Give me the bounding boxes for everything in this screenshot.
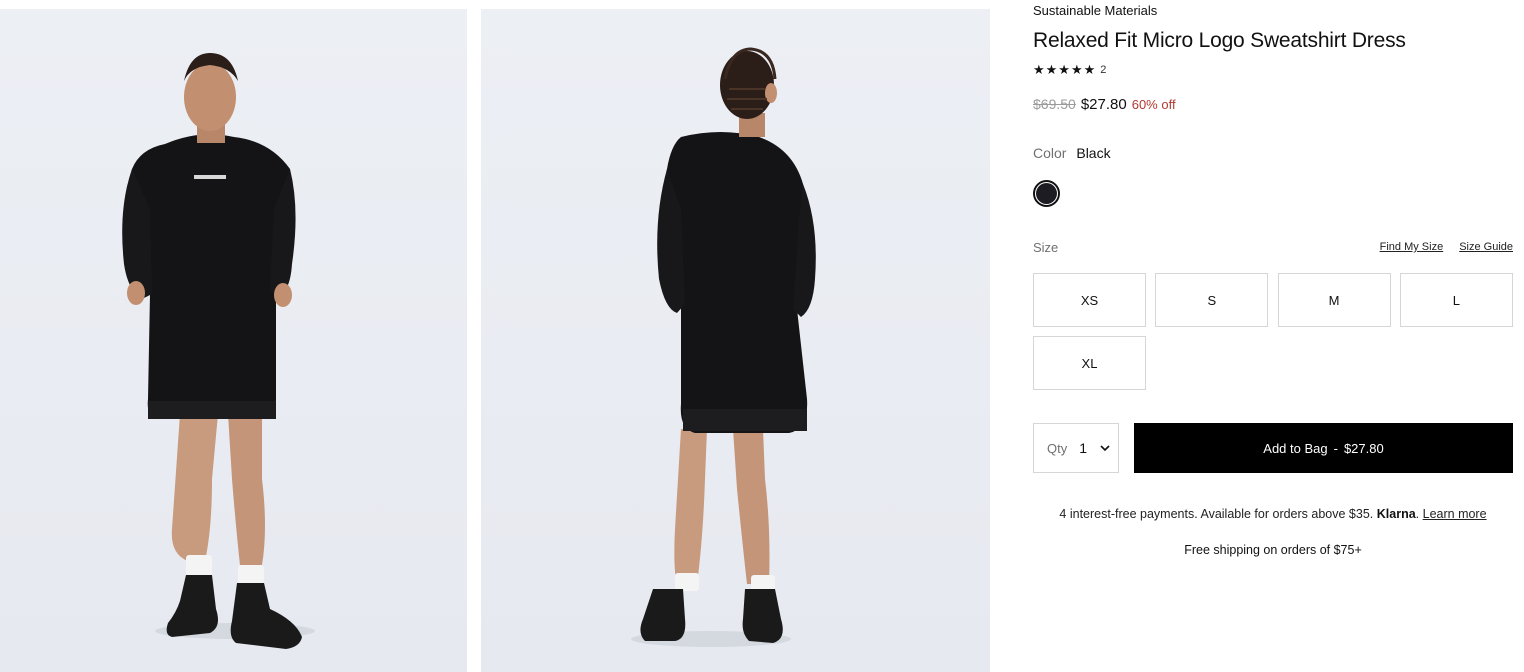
klarna-brand: Klarna [1376, 507, 1416, 521]
model-back-illustration [631, 47, 816, 647]
sale-price: $27.80 [1080, 96, 1127, 113]
add-to-bag-separator: - [1333, 440, 1338, 456]
size-option-l[interactable]: L [1399, 273, 1513, 327]
size-help-links: Find My Size Size Guide [1380, 241, 1513, 253]
add-to-bag-price: $27.80 [1343, 440, 1384, 456]
sustainability-tag: Sustainable Materials [1033, 3, 1158, 18]
color-label: Color [1033, 145, 1067, 161]
find-my-size-link[interactable]: Find My Size [1380, 241, 1444, 253]
quantity-label: Qty [1047, 440, 1068, 456]
klarna-message: 4 interest-free payments. Available for … [1033, 507, 1513, 521]
product-page: Sustainable Materials Relaxed Fit Micro … [0, 0, 1524, 672]
size-option-xs[interactable]: XS [1033, 273, 1146, 327]
product-rating[interactable]: ★★★★★ 2 [1033, 62, 1106, 78]
color-selection-row: Color Black [1033, 145, 1111, 161]
color-swatch-black[interactable] [1033, 180, 1060, 207]
price-row: $69.50 $27.80 60% off [1033, 96, 1176, 113]
model-front-illustration [122, 53, 315, 649]
klarna-learn-more-link[interactable]: Learn more [1423, 507, 1487, 521]
rating-stars-icon: ★★★★★ [1033, 62, 1097, 77]
add-to-bag-button[interactable]: Add to Bag - $27.80 [1134, 423, 1513, 473]
klarna-period: . [1415, 507, 1420, 521]
size-option-xl[interactable]: XL [1033, 336, 1146, 390]
quantity-select[interactable]: Qty 1 [1033, 423, 1119, 473]
product-image-back[interactable] [481, 9, 990, 672]
size-option-s[interactable]: S [1155, 273, 1269, 327]
product-title: Relaxed Fit Micro Logo Sweatshirt Dress [1033, 29, 1406, 52]
add-to-bag-label: Add to Bag [1263, 440, 1328, 456]
product-image-front[interactable] [0, 9, 467, 672]
size-label: Size [1033, 240, 1059, 255]
size-options: XS S M L XL [1033, 273, 1513, 390]
color-value: Black [1076, 145, 1111, 161]
size-option-m[interactable]: M [1277, 273, 1391, 327]
discount-label: 60% off [1131, 97, 1176, 112]
shipping-message: Free shipping on orders of $75+ [1184, 543, 1362, 557]
chevron-down-icon [1100, 445, 1110, 452]
rating-count: 2 [1100, 64, 1107, 76]
size-guide-link[interactable]: Size Guide [1459, 241, 1513, 253]
quantity-value: 1 [1079, 440, 1088, 456]
original-price: $69.50 [1033, 96, 1076, 112]
swatch-fill [1036, 183, 1057, 204]
klarna-text: 4 interest-free payments. Available for … [1059, 507, 1374, 521]
